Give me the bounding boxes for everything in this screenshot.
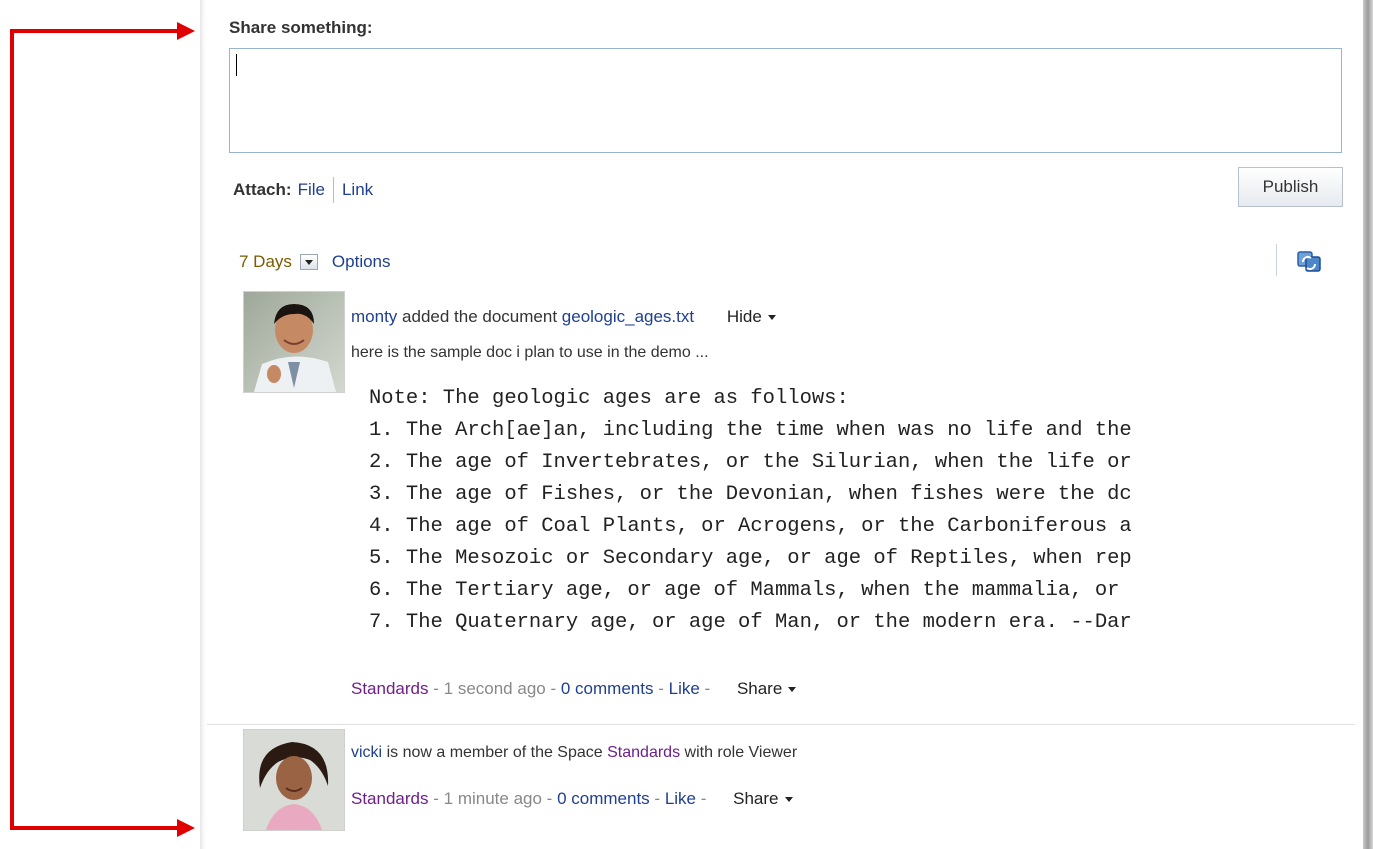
publish-button[interactable]: Publish [1238,167,1343,207]
space-link[interactable]: Standards [351,789,429,808]
separator: - [550,679,557,698]
options-link[interactable]: Options [332,251,391,273]
separator: - [704,679,711,698]
dropdown-arrow-icon[interactable] [299,254,318,270]
activity-line: vicki is now a member of the Space Stand… [351,742,797,764]
document-preview: Note: The geologic ages are as follows: … [369,383,1355,643]
share-menu[interactable]: Share [736,679,797,698]
activity-action: added the document [402,307,558,326]
timestamp: 1 second ago [443,679,546,698]
chevron-down-icon [784,797,793,803]
separator: - [546,789,553,808]
attach-link-link[interactable]: Link [342,179,373,201]
filter-row: 7 Days Options [239,251,391,273]
like-link[interactable]: Like [665,789,696,808]
separator: - [658,679,664,698]
activity-description: here is the sample doc i plan to use in … [351,344,709,361]
like-link[interactable]: Like [669,679,700,698]
attach-row: Attach: File Link [233,177,373,203]
hide-label: Hide [726,307,762,326]
preview-line: Note: The geologic ages are as follows: [369,387,849,410]
refresh-icon[interactable] [1296,250,1322,272]
activity-footer: Standards - 1 minute ago - 0 comments - … [351,788,793,810]
separator: - [433,789,439,808]
activity-footer: Standards - 1 second ago - 0 comments - … [351,678,797,700]
user-link[interactable]: vicki [351,744,382,761]
attach-file-link[interactable]: File [298,179,325,201]
preview-line: 6. The Tertiary age, or age of Mammals, … [369,579,1120,602]
share-menu[interactable]: Share [733,789,793,808]
preview-line: 7. The Quaternary age, or age of Man, or… [369,611,1132,634]
comments-link[interactable]: 0 comments [561,679,654,698]
attach-divider [332,177,334,203]
separator: - [654,789,661,808]
preview-line: 4. The age of Coal Plants, or Acrogens, … [369,515,1132,538]
space-link[interactable]: Standards [607,744,680,761]
attach-label: Attach: [233,180,292,199]
chevron-down-icon [767,315,776,321]
chevron-down-icon [788,687,797,693]
user-link[interactable]: monty [351,307,397,326]
share-input[interactable] [229,48,1342,153]
preview-line: 2. The age of Invertebrates, or the Silu… [369,451,1132,474]
days-filter-label[interactable]: 7 Days [239,251,292,273]
space-link[interactable]: Standards [351,679,429,698]
separator: - [700,789,707,808]
panel-left-edge [200,0,206,849]
avatar-monty[interactable] [243,291,345,393]
document-link[interactable]: geologic_ages.txt [562,307,694,326]
activity-text: with role Viewer [684,744,798,761]
text-caret [236,54,237,76]
toolbar-divider [1276,244,1277,276]
preview-line: 5. The Mesozoic or Secondary age, or age… [369,547,1132,570]
hide-menu[interactable]: Hide [727,307,776,326]
avatar-vicki[interactable] [243,729,345,831]
activity-divider [207,724,1355,725]
comments-link[interactable]: 0 comments [557,789,650,808]
timestamp: 1 minute ago [443,789,542,808]
arrow-head-bottom [177,819,195,837]
separator: - [433,679,439,698]
activity-text: is now a member of the Space [386,744,603,761]
panel-right-scrollbar[interactable] [1363,0,1373,849]
preview-line: 1. The Arch[ae]an, including the time wh… [369,419,1132,442]
share-label: Share [733,789,779,808]
share-label: Share something: [229,18,373,37]
arrow-head-top [177,22,195,40]
share-label: Share [736,679,783,698]
activity-line: monty added the document geologic_ages.t… [351,306,776,328]
preview-line: 3. The age of Fishes, or the Devonian, w… [369,483,1132,506]
